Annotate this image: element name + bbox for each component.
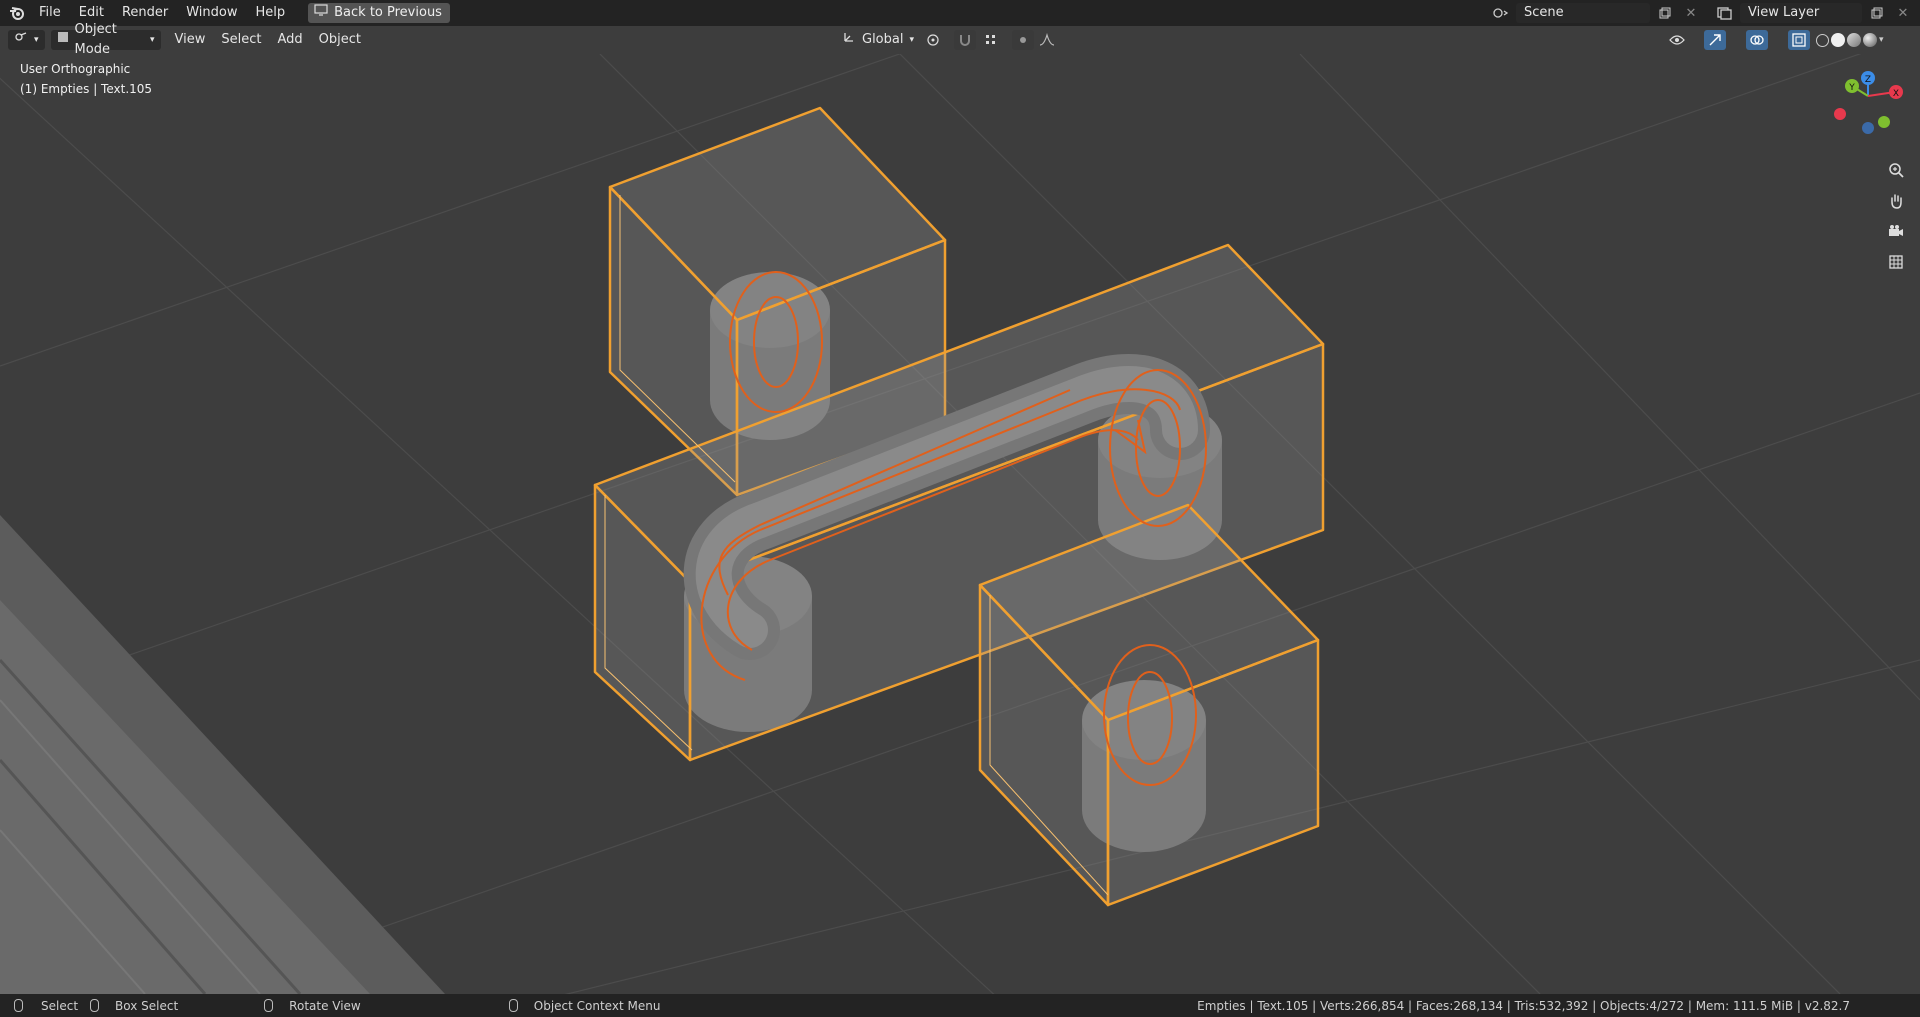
mouse-left-icon (14, 999, 23, 1012)
status-bar: Select Box Select Rotate View Object Con… (0, 994, 1920, 1017)
delete-view-layer-icon[interactable]: ✕ (1892, 3, 1914, 23)
mouse-right-icon (508, 999, 518, 1012)
gizmo-neg-z[interactable] (1862, 122, 1874, 134)
active-object-label: (1) Empties | Text.105 (20, 82, 153, 96)
header-menu-view[interactable]: View (167, 30, 214, 50)
chevron-down-icon: ▾ (150, 35, 155, 45)
object-mode-icon (57, 30, 69, 50)
status-context-menu-label: Object Context Menu (533, 998, 661, 1013)
zoom-view-icon[interactable] (1883, 157, 1909, 183)
viewport-header: ▾ Object Mode ▾ View Select Add Object G… (0, 22, 1920, 57)
menu-help[interactable]: Help (247, 0, 295, 26)
scene-selector-icon[interactable] (1490, 3, 1512, 23)
back-to-previous-label: Back to Previous (334, 5, 442, 20)
new-view-layer-icon[interactable] (1866, 3, 1888, 23)
gizmo-neg-x[interactable] (1834, 108, 1846, 120)
orthographic-grid-icon[interactable] (1883, 249, 1909, 275)
blender-logo-icon[interactable] (4, 0, 30, 26)
top-right-controls: Scene ✕ View Layer ✕ (1490, 3, 1914, 23)
wireframe-shading-icon[interactable] (1816, 33, 1829, 47)
menu-file[interactable]: File (30, 0, 70, 26)
gizmo-z-label: Z (1865, 75, 1871, 85)
status-box-select: Box Select (90, 999, 178, 1013)
editor-type-dropdown[interactable]: ▾ (8, 30, 45, 50)
delete-scene-icon[interactable]: ✕ (1680, 3, 1702, 23)
viewport-editor-icon (14, 30, 28, 50)
falloff-curve-icon[interactable] (1036, 30, 1058, 50)
material-shading-icon[interactable] (1847, 33, 1861, 47)
gizmo-y-label: Y (1848, 83, 1855, 93)
scene-name-field[interactable]: Scene (1516, 3, 1650, 23)
chevron-down-icon: ▾ (34, 35, 39, 45)
transform-orientation-dropdown[interactable]: Global ▾ (836, 30, 914, 50)
mouse-drag-icon (90, 999, 100, 1012)
header-menu-select[interactable]: Select (213, 30, 269, 50)
pivot-point-icon[interactable] (922, 30, 944, 50)
screen-icon (314, 3, 328, 23)
snap-increment-icon[interactable] (980, 30, 1002, 50)
status-select-label: Select (41, 998, 79, 1013)
top-bar: File Edit Render Window Help Back to Pre… (0, 0, 1920, 26)
scene-statistics: Empties | Text.105 | Verts:266,854 | Fac… (1197, 998, 1850, 1013)
header-menu-object[interactable]: Object (311, 30, 369, 50)
chevron-down-icon: ▾ (909, 35, 915, 45)
view-layer-name-field[interactable]: View Layer (1740, 3, 1862, 23)
chevron-down-icon[interactable]: ▾ (1879, 35, 1884, 45)
overlays-toggle-icon[interactable] (1746, 30, 1768, 50)
visibility-eye-icon[interactable] (1666, 30, 1688, 50)
status-context-menu: Object Context Menu (508, 998, 661, 1013)
new-scene-icon[interactable] (1654, 3, 1676, 23)
rendered-shading-icon[interactable] (1863, 33, 1877, 47)
menu-window[interactable]: Window (177, 0, 246, 26)
back-to-previous-button[interactable]: Back to Previous (308, 3, 450, 23)
status-box-select-label: Box Select (115, 998, 179, 1013)
proportional-editing-icon[interactable] (1012, 30, 1034, 50)
view-layer-selector-icon[interactable] (1714, 3, 1736, 23)
header-menu-add[interactable]: Add (270, 30, 311, 50)
orientation-label: Global (862, 32, 904, 47)
viewport-scene: Z Y X (0, 54, 1920, 994)
mouse-middle-icon (264, 999, 274, 1012)
gizmo-x-label: X (1893, 89, 1899, 99)
snap-magnet-icon[interactable] (954, 30, 976, 50)
xray-toggle-icon[interactable] (1788, 30, 1810, 50)
object-mode-dropdown[interactable]: Object Mode ▾ (50, 22, 161, 57)
3d-viewport[interactable]: Z Y X (0, 54, 1920, 994)
gizmo-neg-y[interactable] (1878, 116, 1890, 128)
gizmo-toggle-icon[interactable] (1704, 30, 1726, 50)
camera-view-icon[interactable] (1883, 218, 1909, 244)
pan-hand-icon[interactable] (1883, 188, 1909, 214)
viewport-shading-group: ▾ (1816, 33, 1884, 47)
status-rotate-view: Rotate View (264, 999, 361, 1013)
status-select: Select (14, 999, 78, 1013)
view-name-label: User Orthographic (20, 62, 131, 76)
orientation-axes-icon (842, 30, 856, 51)
status-rotate-view-label: Rotate View (289, 998, 361, 1013)
solid-shading-icon[interactable] (1831, 33, 1845, 47)
